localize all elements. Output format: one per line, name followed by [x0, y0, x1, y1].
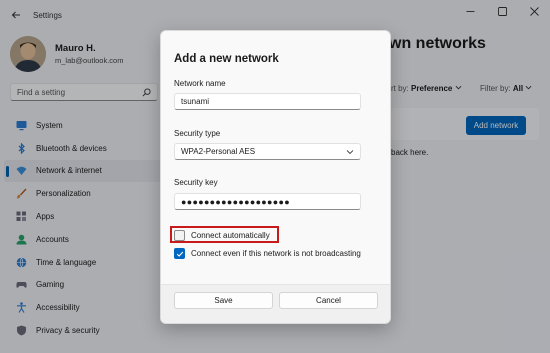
- security-type-select[interactable]: WPA2-Personal AES: [174, 143, 361, 160]
- connect-hidden-label: Connect even if this network is not broa…: [191, 249, 361, 258]
- add-network-dialog: Add a new network Network name tsunami S…: [160, 30, 391, 324]
- network-name-value: tsunami: [181, 97, 210, 106]
- security-key-label: Security key: [174, 178, 218, 187]
- checkmark-icon: [176, 251, 183, 257]
- cancel-button[interactable]: Cancel: [279, 292, 378, 309]
- connect-automatically-option[interactable]: Connect automatically: [174, 230, 270, 241]
- security-type-value: WPA2-Personal AES: [181, 147, 256, 156]
- chevron-down-icon: [346, 149, 354, 154]
- network-name-label: Network name: [174, 79, 226, 88]
- network-name-field[interactable]: tsunami: [174, 93, 361, 110]
- connect-automatically-checkbox[interactable]: [174, 230, 185, 241]
- save-button[interactable]: Save: [174, 292, 273, 309]
- security-key-value: ●●●●●●●●●●●●●●●●●●●: [181, 196, 290, 207]
- security-type-label: Security type: [174, 129, 221, 138]
- connect-hidden-checkbox[interactable]: [174, 248, 185, 259]
- connect-hidden-option[interactable]: Connect even if this network is not broa…: [174, 248, 361, 259]
- security-key-field[interactable]: ●●●●●●●●●●●●●●●●●●●: [174, 193, 361, 210]
- connect-automatically-label: Connect automatically: [191, 231, 270, 240]
- dialog-title: Add a new network: [174, 53, 279, 65]
